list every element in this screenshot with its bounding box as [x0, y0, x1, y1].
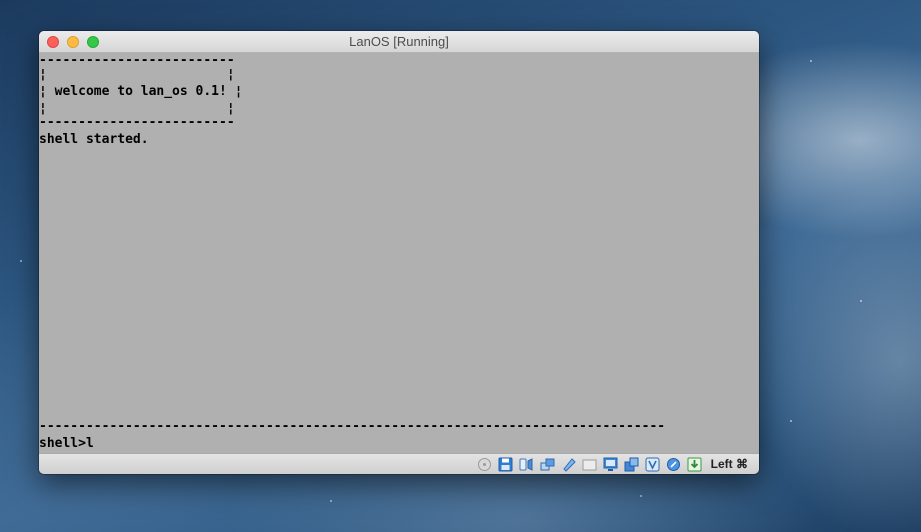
shell-prompt[interactable]: shell>l: [39, 436, 94, 452]
shared-folders-icon[interactable]: [582, 457, 597, 472]
box-bottom-border: -------------------------: [39, 115, 235, 130]
network-icon[interactable]: [540, 457, 555, 472]
star: [640, 495, 642, 497]
usb-icon[interactable]: [561, 457, 576, 472]
star: [790, 420, 792, 422]
status-bar: Left ⌘: [39, 453, 759, 474]
prompt-divider: ----------------------------------------…: [39, 419, 666, 434]
virtualbox-window: LanOS [Running] ------------------------…: [39, 31, 759, 474]
star: [20, 260, 22, 262]
window-title: LanOS [Running]: [349, 34, 449, 49]
virtualization-icon[interactable]: [645, 457, 660, 472]
star: [860, 300, 862, 302]
star: [330, 500, 332, 502]
vm-screen[interactable]: ------------------------- ¦ ¦ ¦ welcome …: [39, 53, 759, 453]
host-key-label[interactable]: Left ⌘: [711, 457, 748, 471]
star: [810, 60, 812, 62]
video-capture-icon[interactable]: [624, 457, 639, 472]
floppy-disk-icon[interactable]: [498, 457, 513, 472]
audio-icon[interactable]: [519, 457, 534, 472]
shell-started-message: shell started.: [39, 132, 149, 147]
welcome-message: ¦ welcome to lan_os 0.1! ¦: [39, 84, 243, 99]
keyboard-download-icon[interactable]: [687, 457, 702, 472]
title-bar[interactable]: LanOS [Running]: [39, 31, 759, 53]
box-side-line: ¦ ¦: [39, 67, 235, 82]
display-icon[interactable]: [603, 457, 618, 472]
mouse-integration-icon[interactable]: [666, 457, 681, 472]
optical-drive-icon[interactable]: [477, 457, 492, 472]
